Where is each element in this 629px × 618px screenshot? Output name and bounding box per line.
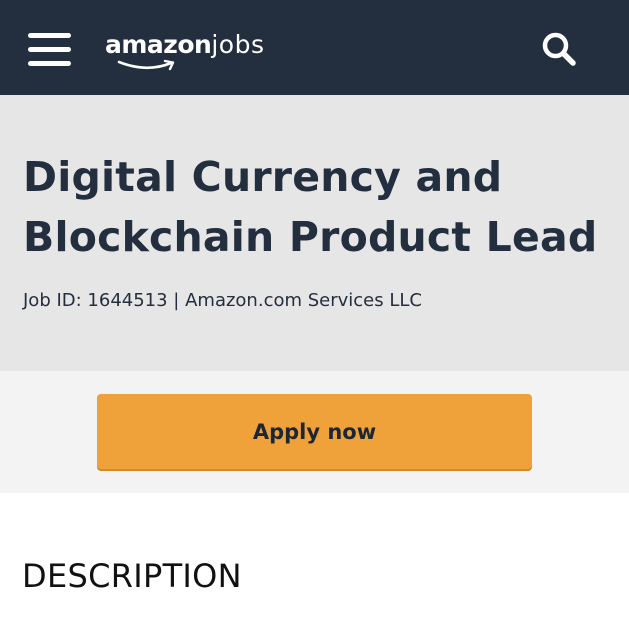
description-heading: DESCRIPTION <box>22 557 242 595</box>
search-icon[interactable] <box>540 30 578 68</box>
description-section: DESCRIPTION <box>0 493 629 618</box>
menu-line <box>28 47 71 52</box>
logo-amazon-text: amazon <box>105 30 212 59</box>
apply-now-button[interactable]: Apply now <box>97 394 532 469</box>
amazon-jobs-logo[interactable]: amazonjobs <box>105 30 264 74</box>
hamburger-menu-icon[interactable] <box>28 33 71 67</box>
menu-line <box>28 33 71 38</box>
job-detail-page: amazonjobs Digital Currency and Blockcha… <box>0 0 629 618</box>
apply-section: Apply now <box>0 371 629 493</box>
job-header-section: Digital Currency and Blockchain Product … <box>0 95 629 371</box>
top-navigation-bar: amazonjobs <box>0 0 629 95</box>
job-title: Digital Currency and Blockchain Product … <box>23 153 598 261</box>
logo-jobs-text: jobs <box>211 30 265 59</box>
job-id-company: Job ID: 1644513 | Amazon.com Services LL… <box>23 290 422 311</box>
amazon-smile-icon <box>117 59 175 71</box>
menu-line <box>28 61 71 66</box>
